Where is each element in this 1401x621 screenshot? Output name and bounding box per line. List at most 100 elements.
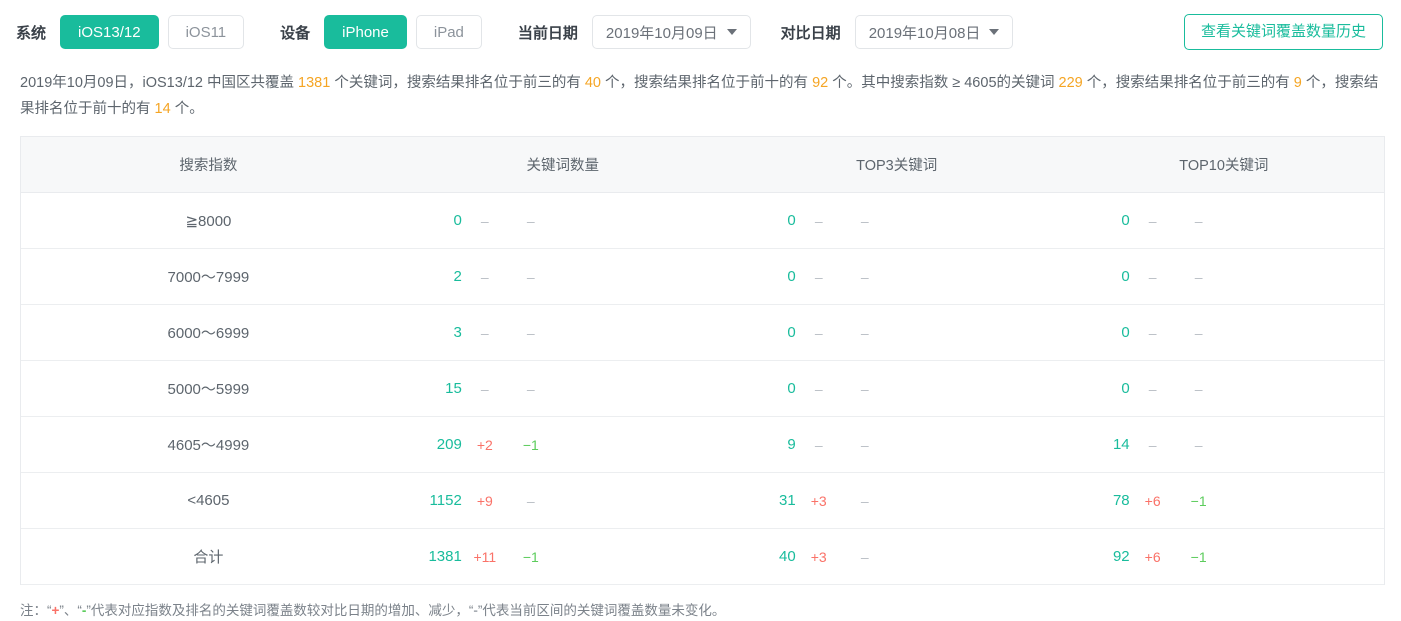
table-header-row: 搜索指数 关键词数量 TOP3关键词 TOP10关键词	[21, 137, 1384, 193]
cell-top3: 40 +3 –	[729, 528, 1064, 585]
cell-top3: 31 +3 –	[729, 472, 1064, 529]
column-header-top3: TOP3关键词	[729, 137, 1064, 193]
metric-group: 31 +3 –	[730, 492, 1064, 509]
keyword-coverage-table-card: 搜索指数 关键词数量 TOP3关键词 TOP10关键词 ≧8000 0– –0– –0…	[20, 136, 1385, 585]
metric-increase: –	[480, 212, 489, 229]
cell-top3: 0 – –	[729, 248, 1064, 305]
metric-value: 2	[453, 268, 462, 285]
metric-decrease: –	[1194, 380, 1203, 397]
cell-count: 0 – –	[395, 192, 730, 249]
metric-value: 31	[779, 492, 796, 509]
compare-date-picker[interactable]: 2019年10月08日	[854, 15, 1014, 49]
system-label: 系统	[16, 24, 47, 42]
metric-group: 1381 +11 −1	[396, 548, 730, 565]
cell-top10: 0 – –	[1063, 360, 1384, 417]
metric-group: 0 – –	[1064, 380, 1384, 397]
filter-toolbar: 系统 iOS13/12 iOS11 设备 iPhone iPad 当前日期 20…	[0, 0, 1401, 64]
metric-group: 1152 +9 –	[396, 492, 730, 509]
table-row: 6000～6999 3 – – 0 – – 0 – –	[21, 304, 1384, 361]
chevron-down-icon	[989, 29, 1000, 35]
metric-decrease: −1	[1190, 548, 1207, 565]
cell-top3: 0 – –	[729, 304, 1064, 361]
cell-top10: 0 – –	[1063, 248, 1384, 305]
current-date-picker[interactable]: 2019年10月09日	[591, 15, 751, 49]
metric-group: 0 – –	[730, 268, 1064, 285]
system-option-ios11[interactable]: iOS11	[167, 15, 245, 49]
cell-search-index: <4605	[21, 472, 396, 529]
note-mid-2: ”代表对应指数及排名的关键词覆盖数较对比日期的增加、减少，“	[86, 603, 474, 618]
metric-group: 0 – –	[1064, 324, 1384, 341]
metric-value: 1152	[429, 492, 462, 509]
metric-group: 40 +3 –	[730, 548, 1064, 565]
current-date-value: 2019年10月09日	[605, 24, 718, 42]
metric-value: 0	[1121, 212, 1130, 229]
metric-increase: –	[1148, 268, 1157, 285]
note-prefix: 注：“	[20, 603, 52, 618]
metric-decrease: –	[860, 436, 869, 453]
metric-value: 209	[436, 436, 462, 453]
cell-top10: 0 – –	[1063, 192, 1384, 249]
metric-value: 0	[453, 212, 462, 229]
table-head: 搜索指数 关键词数量 TOP3关键词 TOP10关键词	[21, 137, 1384, 193]
cell-top3: 0 – –	[729, 192, 1064, 249]
metric-group: 9 – –	[730, 436, 1064, 453]
table-row: 合计 1381 +11 −1 40 +3 – 92 +6 −1	[21, 528, 1384, 585]
summary-top3-count: 40	[584, 75, 601, 91]
metric-increase: –	[480, 324, 489, 341]
metric-increase: –	[1148, 436, 1157, 453]
table-body: ≧8000 0– –0– –0– –7000～7999 2– –0– –0– –6000～699…	[21, 192, 1384, 585]
chevron-down-icon	[726, 29, 737, 35]
cell-top10: 0 – –	[1063, 304, 1384, 361]
metric-value: 1381	[428, 548, 462, 565]
metric-group: 15 – –	[396, 380, 730, 397]
metric-decrease: –	[860, 212, 869, 229]
metric-increase: –	[814, 436, 823, 453]
metric-increase: –	[814, 380, 823, 397]
metric-value: 0	[1121, 324, 1130, 341]
metric-group: 3 – –	[396, 324, 730, 341]
current-date-label: 当前日期	[517, 24, 578, 42]
device-option-iphone[interactable]: iPhone	[324, 15, 407, 49]
summary-text-1: 2019年10月09日，iOS13/12 中国区共覆盖	[20, 75, 299, 91]
metric-decrease: –	[1194, 212, 1203, 229]
metric-decrease: –	[526, 492, 535, 509]
metric-increase: –	[1148, 212, 1157, 229]
cell-search-index: 合计	[21, 528, 396, 585]
cell-top3: 9 – –	[729, 416, 1064, 473]
metric-decrease: –	[860, 492, 869, 509]
cell-search-index: 6000～6999	[21, 304, 396, 361]
metric-value: 14	[1112, 436, 1130, 453]
summary-text-7: 个。	[170, 101, 204, 117]
metric-group: 0 – –	[1064, 212, 1384, 229]
metric-increase: –	[480, 268, 489, 285]
metric-value: 9	[787, 436, 796, 453]
metric-decrease: –	[1194, 436, 1203, 453]
cell-count: 1152 +9 –	[395, 472, 730, 529]
metric-increase: –	[814, 268, 823, 285]
device-option-ipad[interactable]: iPad	[415, 15, 482, 49]
table-row: 4605～4999 209 +2 −1 9 – – 14 – –	[21, 416, 1384, 473]
metric-increase: –	[814, 212, 823, 229]
metric-increase: +3	[810, 548, 827, 565]
metric-increase: +3	[810, 492, 827, 509]
metric-increase: –	[814, 324, 823, 341]
metric-value: 92	[1112, 548, 1130, 565]
system-option-ios13-12[interactable]: iOS13/12	[60, 15, 159, 49]
summary-text-3: 个，搜索结果排名位于前十的有	[601, 75, 813, 91]
table-row: ≧8000 0 – – 0 – – 0 – –	[21, 192, 1384, 249]
metric-value: 0	[1121, 268, 1130, 285]
summary-paragraph: 2019年10月09日，iOS13/12 中国区共覆盖 1381 个关键词，搜索…	[0, 64, 1401, 122]
summary-above-top3-count: 9	[1293, 75, 1302, 91]
metric-increase: –	[1148, 324, 1157, 341]
view-keyword-history-button[interactable]: 查看关键词覆盖数量历史	[1183, 14, 1383, 50]
summary-text-5: 个，搜索结果排名位于前三的有	[1082, 75, 1294, 91]
metric-value: 0	[787, 212, 796, 229]
metric-group: 92 +6 −1	[1064, 548, 1384, 565]
metric-decrease: −1	[522, 548, 539, 565]
metric-decrease: –	[860, 548, 869, 565]
metric-decrease: −1	[1190, 492, 1207, 509]
table-row: <4605 1152 +9 – 31 +3 – 78 +6 −1	[21, 472, 1384, 529]
device-segment-group: iPhone iPad	[324, 15, 482, 49]
summary-text-2: 个关键词，搜索结果排名位于前三的有	[330, 75, 585, 91]
metric-increase: +9	[476, 492, 493, 509]
